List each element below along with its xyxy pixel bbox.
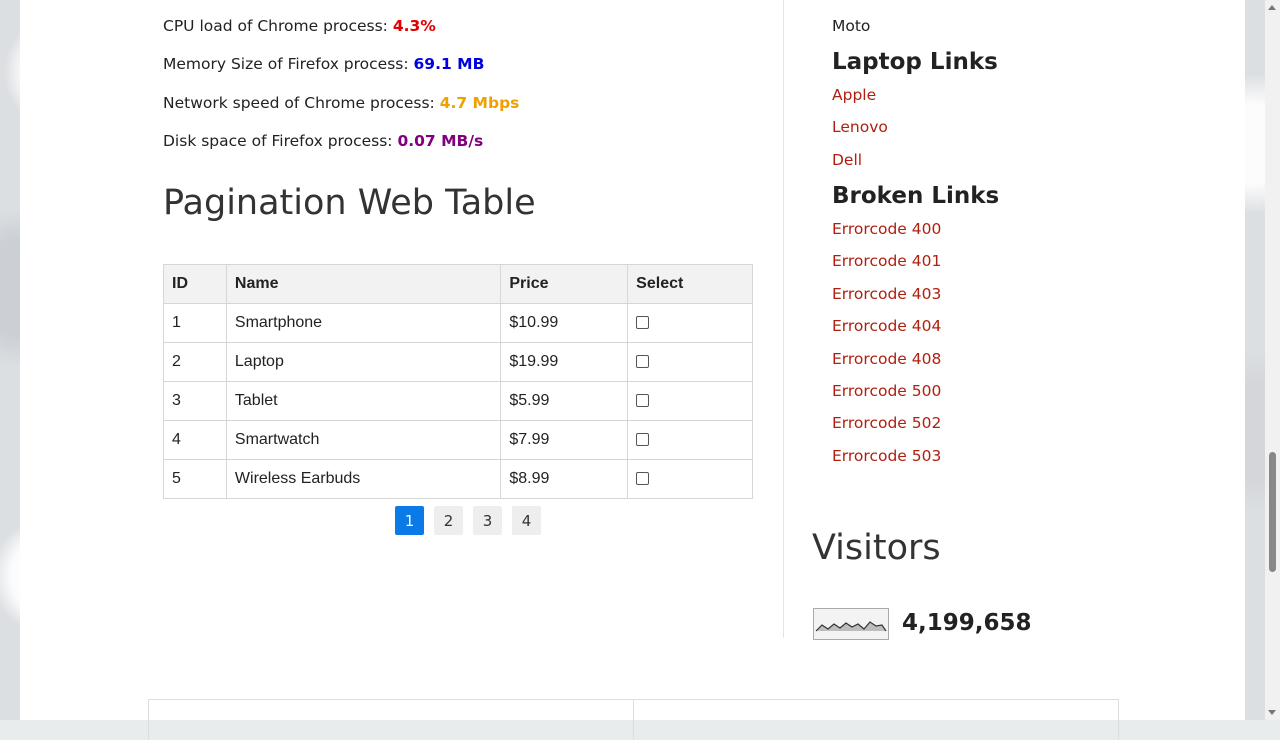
visitor-sparkline bbox=[813, 608, 889, 640]
pagination-table: ID Name Price Select 1 Smartphone $10.99… bbox=[163, 264, 753, 499]
cell-select bbox=[627, 303, 753, 343]
cell-name: Wireless Earbuds bbox=[225, 459, 502, 499]
broken-link-400[interactable]: Errorcode 400 bbox=[832, 220, 941, 238]
network-speed-value: 4.7 Mbps bbox=[439, 94, 520, 112]
network-speed-line: Network speed of Chrome process: 4.7 Mbp… bbox=[163, 94, 519, 112]
cell-name: Smartwatch bbox=[225, 420, 502, 460]
visitors-heading: Visitors bbox=[812, 528, 941, 568]
broken-link-408[interactable]: Errorcode 408 bbox=[832, 350, 941, 368]
visitor-count: 4,199,658 bbox=[902, 610, 1032, 636]
disk-space-line: Disk space of Firefox process: 0.07 MB/s bbox=[163, 132, 483, 150]
cell-price: $7.99 bbox=[500, 420, 629, 460]
memory-size-line: Memory Size of Firefox process: 69.1 MB bbox=[163, 55, 484, 73]
page-button-2[interactable]: 2 bbox=[434, 506, 463, 535]
header-id: ID bbox=[163, 264, 227, 304]
header-price: Price bbox=[500, 264, 629, 304]
row-checkbox[interactable] bbox=[636, 355, 650, 369]
cell-name: Smartphone bbox=[225, 303, 502, 343]
row-checkbox[interactable] bbox=[636, 472, 650, 486]
page-button-4[interactable]: 4 bbox=[512, 506, 541, 535]
cell-name: Tablet bbox=[225, 381, 502, 421]
laptop-link-apple[interactable]: Apple bbox=[832, 86, 876, 104]
row-checkbox[interactable] bbox=[636, 316, 650, 330]
page-content: CPU load of Chrome process: 4.3% Memory … bbox=[20, 0, 1245, 740]
memory-size-value: 69.1 MB bbox=[413, 55, 485, 73]
table-row: 5 Wireless Earbuds $8.99 bbox=[163, 459, 753, 499]
broken-link-500[interactable]: Errorcode 500 bbox=[832, 382, 941, 400]
page-button-1[interactable]: 1 bbox=[395, 506, 424, 535]
table-row: 3 Tablet $5.99 bbox=[163, 381, 753, 421]
cell-id: 1 bbox=[163, 303, 227, 343]
pagination-controls: 1 2 3 4 bbox=[395, 506, 541, 535]
cell-price: $10.99 bbox=[500, 303, 629, 343]
column-divider bbox=[783, 0, 784, 638]
page-button-3[interactable]: 3 bbox=[473, 506, 502, 535]
footer-divider bbox=[633, 700, 634, 740]
broken-link-403[interactable]: Errorcode 403 bbox=[832, 285, 941, 303]
pagination-table-title: Pagination Web Table bbox=[163, 183, 536, 223]
cpu-load-label: CPU load of Chrome process: bbox=[163, 17, 393, 35]
broken-link-502[interactable]: Errorcode 502 bbox=[832, 414, 941, 432]
cell-select bbox=[627, 381, 753, 421]
cell-id: 3 bbox=[163, 381, 227, 421]
broken-link-503[interactable]: Errorcode 503 bbox=[832, 447, 941, 465]
cell-id: 5 bbox=[163, 459, 227, 499]
broken-link-404[interactable]: Errorcode 404 bbox=[832, 317, 941, 335]
row-checkbox[interactable] bbox=[636, 394, 650, 408]
cell-select bbox=[627, 459, 753, 499]
laptop-link-lenovo[interactable]: Lenovo bbox=[832, 118, 888, 136]
cell-price: $8.99 bbox=[500, 459, 629, 499]
cpu-load-line: CPU load of Chrome process: 4.3% bbox=[163, 17, 436, 35]
cell-id: 4 bbox=[163, 420, 227, 460]
cell-name: Laptop bbox=[225, 342, 502, 382]
header-name: Name bbox=[225, 264, 502, 304]
cell-id: 2 bbox=[163, 342, 227, 382]
cell-select bbox=[627, 342, 753, 382]
row-checkbox[interactable] bbox=[636, 433, 650, 447]
cell-select bbox=[627, 420, 753, 460]
broken-link-401[interactable]: Errorcode 401 bbox=[832, 252, 941, 270]
table-row: 2 Laptop $19.99 bbox=[163, 342, 753, 382]
scroll-down-icon[interactable] bbox=[1268, 710, 1276, 715]
laptop-links-heading: Laptop Links bbox=[832, 49, 998, 75]
disk-space-label: Disk space of Firefox process: bbox=[163, 132, 398, 150]
scroll-up-icon[interactable] bbox=[1268, 5, 1276, 10]
cell-price: $19.99 bbox=[500, 342, 629, 382]
page-scrollbar[interactable] bbox=[1265, 0, 1280, 720]
table-row: 1 Smartphone $10.99 bbox=[163, 303, 753, 343]
memory-size-label: Memory Size of Firefox process: bbox=[163, 55, 414, 73]
table-row: 4 Smartwatch $7.99 bbox=[163, 420, 753, 460]
header-select: Select bbox=[627, 264, 753, 304]
cell-price: $5.99 bbox=[500, 381, 629, 421]
disk-space-value: 0.07 MB/s bbox=[397, 132, 484, 150]
cpu-load-value: 4.3% bbox=[392, 17, 436, 35]
network-speed-label: Network speed of Chrome process: bbox=[163, 94, 440, 112]
moto-text: Moto bbox=[832, 17, 871, 35]
laptop-link-dell[interactable]: Dell bbox=[832, 151, 862, 169]
broken-links-heading: Broken Links bbox=[832, 183, 1000, 209]
table-header-row: ID Name Price Select bbox=[163, 264, 753, 304]
scrollbar-thumb[interactable] bbox=[1269, 452, 1276, 572]
